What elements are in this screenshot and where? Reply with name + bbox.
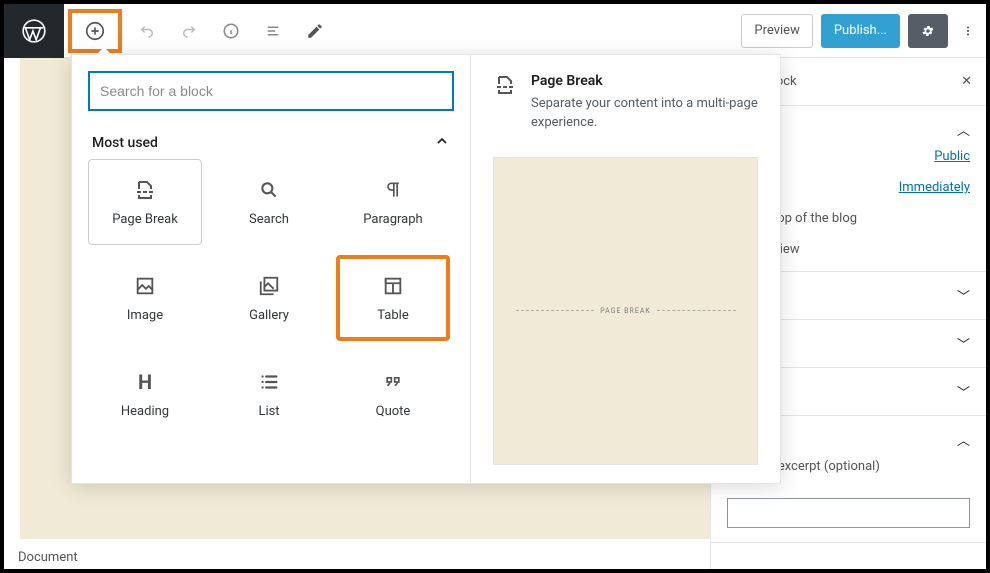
search-input[interactable]	[88, 71, 454, 111]
block-label: Search	[249, 212, 289, 227]
undo-icon[interactable]	[138, 22, 156, 40]
block-grid: Page Break Search Paragraph Image Galler…	[88, 159, 454, 437]
heading-icon: H	[138, 370, 152, 394]
block-label: Heading	[121, 404, 169, 419]
preview-title: Page Break	[531, 73, 758, 89]
info-icon[interactable]	[222, 22, 240, 40]
block-label: Quote	[376, 404, 411, 419]
chevron-up-icon	[434, 133, 450, 153]
search-icon	[259, 178, 279, 202]
publish-button[interactable]: Publish...	[821, 14, 900, 48]
page-break-icon	[493, 73, 517, 133]
edit-icon[interactable]	[306, 22, 324, 40]
block-page-break[interactable]: Page Break	[88, 159, 202, 245]
block-label: Page Break	[112, 212, 178, 227]
redo-icon[interactable]	[180, 22, 198, 40]
block-label: List	[258, 404, 279, 419]
quote-icon	[381, 370, 405, 394]
block-paragraph[interactable]: Paragraph	[336, 159, 450, 245]
page-break-indicator: PAGE BREAK	[516, 307, 736, 315]
chevron-down-icon: ﹀	[957, 382, 970, 401]
app-frame: Preview Publish... nt Block ✕ .visibilit…	[0, 0, 990, 573]
image-icon	[134, 274, 156, 298]
sidebar-close-icon[interactable]: ✕	[947, 74, 986, 89]
gallery-icon	[258, 274, 280, 298]
top-toolbar: Preview Publish...	[4, 4, 986, 58]
wordpress-logo[interactable]	[4, 4, 64, 58]
chevron-down-icon: ﹀	[957, 286, 970, 305]
chevron-up-icon: ︿	[957, 430, 970, 449]
block-label: Gallery	[249, 308, 289, 323]
page-break-icon	[133, 178, 157, 202]
status-bar: Document	[4, 545, 710, 569]
table-icon	[382, 274, 404, 298]
excerpt-input[interactable]	[727, 498, 970, 528]
settings-button[interactable]	[908, 14, 948, 48]
category-label: Most used	[92, 135, 158, 151]
block-image[interactable]: Image	[88, 255, 202, 341]
inserter-preview: Page Break Separate your content into a …	[470, 55, 780, 483]
block-label: Paragraph	[363, 212, 422, 227]
preview-button[interactable]: Preview	[741, 14, 812, 48]
block-label: Image	[127, 308, 163, 323]
paragraph-icon	[383, 178, 403, 202]
block-inserter-popover: Most used Page Break Search Paragraph	[71, 54, 781, 484]
chevron-down-icon: ﹀	[957, 334, 970, 353]
block-list[interactable]: List	[212, 351, 326, 437]
preview-canvas: PAGE BREAK	[493, 157, 758, 465]
chevron-up-icon: ︿	[957, 120, 970, 139]
toolbar-actions	[138, 22, 324, 40]
block-table[interactable]: Table	[336, 255, 450, 341]
preview-description: Separate your content into a multi-page …	[531, 95, 758, 133]
block-heading[interactable]: H Heading	[88, 351, 202, 437]
inserter-library: Most used Page Break Search Paragraph	[72, 55, 470, 483]
add-block-button[interactable]	[68, 9, 122, 53]
block-gallery[interactable]: Gallery	[212, 255, 326, 341]
block-label: Table	[377, 308, 408, 323]
block-search[interactable]: Search	[212, 159, 326, 245]
list-icon	[258, 370, 280, 394]
category-header[interactable]: Most used	[92, 133, 450, 153]
more-menu-button[interactable]	[950, 14, 986, 48]
outline-icon[interactable]	[264, 22, 282, 40]
block-quote[interactable]: Quote	[336, 351, 450, 437]
